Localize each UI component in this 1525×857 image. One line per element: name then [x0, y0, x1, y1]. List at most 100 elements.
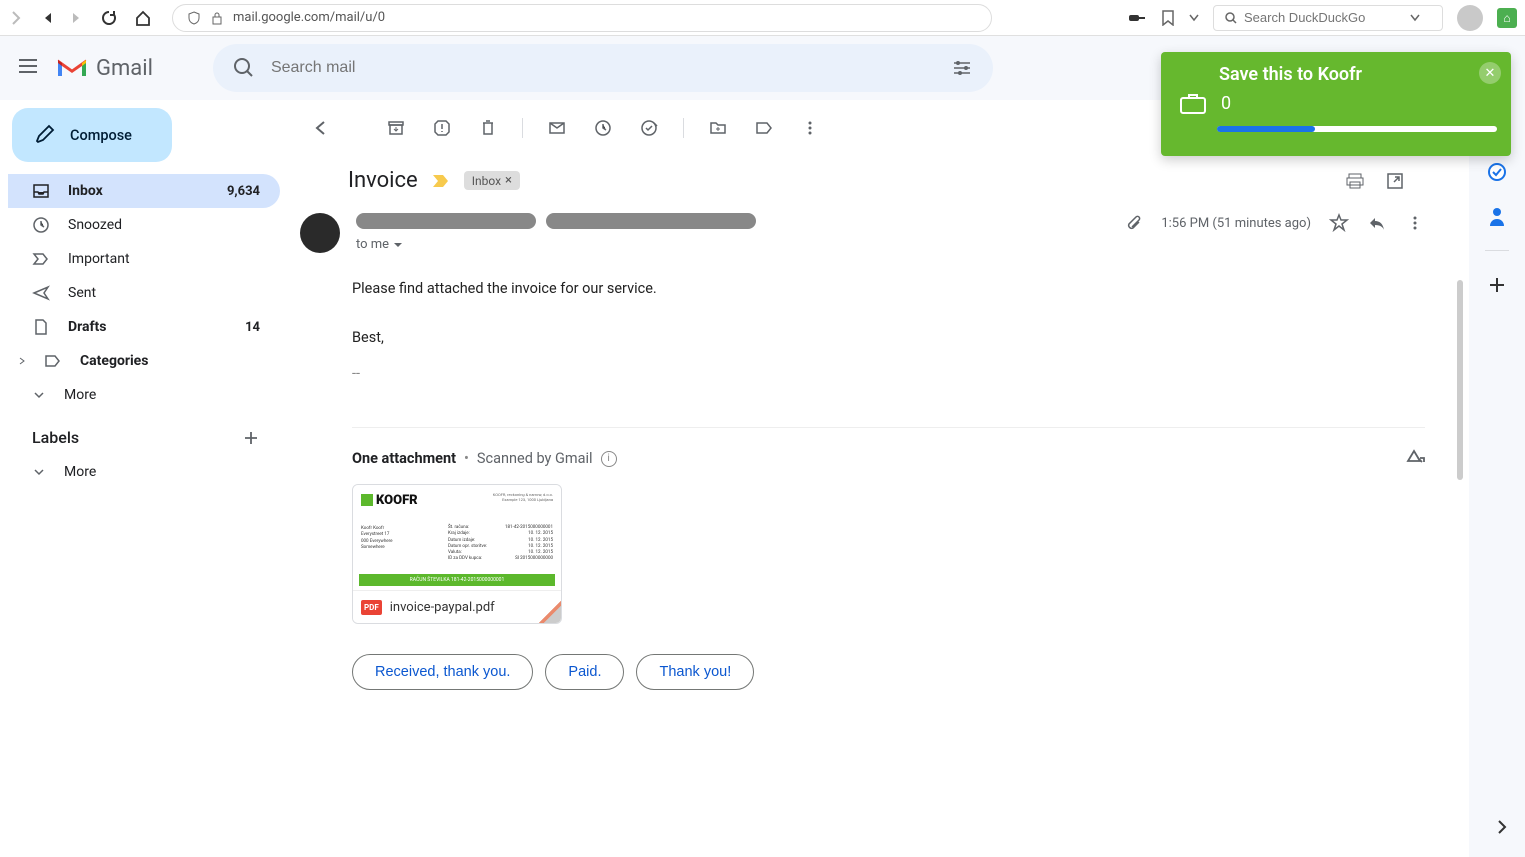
spam-button[interactable]	[422, 108, 462, 148]
skip-back-icon[interactable]	[40, 11, 54, 25]
pencil-icon	[34, 124, 56, 146]
tune-icon[interactable]	[951, 57, 973, 79]
app-name: Gmail	[96, 56, 153, 81]
sender-avatar[interactable]	[300, 213, 340, 253]
archive-button[interactable]	[376, 108, 416, 148]
forward-icon[interactable]	[8, 10, 24, 26]
sidebar-item-important[interactable]: Important	[8, 242, 280, 276]
label-icon	[44, 352, 62, 370]
smart-reply-2[interactable]: Paid.	[545, 654, 624, 690]
inbox-icon	[32, 182, 50, 200]
sidebar-item-inbox[interactable]: Inbox 9,634	[8, 174, 280, 208]
print-icon[interactable]	[1345, 171, 1365, 191]
snooze-button[interactable]	[583, 108, 623, 148]
search-mail-bar[interactable]	[213, 44, 993, 92]
close-button[interactable]: ✕	[1479, 62, 1501, 84]
gmail-icon	[56, 56, 88, 80]
home-icon[interactable]	[134, 9, 152, 27]
close-icon[interactable]: ×	[505, 173, 512, 188]
bookmark-icon[interactable]	[1161, 10, 1175, 26]
attachment-filename: invoice-paypal.pdf	[390, 600, 495, 615]
back-button[interactable]	[300, 108, 340, 148]
browser-search-input[interactable]	[1244, 10, 1404, 25]
popout-icon[interactable]	[1385, 171, 1405, 191]
save-drive-icon[interactable]	[1403, 448, 1425, 470]
move-button[interactable]	[698, 108, 738, 148]
caret-icon	[18, 354, 26, 368]
sender-email-redacted	[546, 213, 756, 229]
star-icon[interactable]	[1329, 213, 1349, 233]
timestamp: 1:56 PM (51 minutes ago)	[1161, 216, 1311, 231]
chevron-down-icon[interactable]	[1189, 14, 1199, 22]
email-body: Please find attached the invoice for our…	[280, 261, 1465, 403]
main-panel: 1 of 16,538 Invoice Inbox ×	[280, 100, 1465, 720]
shield-icon	[187, 11, 201, 25]
sidebar-item-categories[interactable]: Categories	[8, 344, 280, 378]
labels-more[interactable]: More	[8, 455, 280, 489]
task-button[interactable]	[629, 108, 669, 148]
attachment-icon	[1125, 214, 1143, 232]
sidebar-item-snoozed[interactable]: Snoozed	[8, 208, 280, 242]
koofr-title: Save this to Koofr	[1219, 64, 1493, 85]
unread-button[interactable]	[537, 108, 577, 148]
chevron-down-icon[interactable]	[1410, 14, 1420, 22]
smart-replies: Received, thank you. Paid. Thank you!	[280, 624, 1465, 720]
email-subject: Invoice	[348, 168, 418, 193]
contacts-icon[interactable]	[1487, 206, 1507, 226]
compose-button[interactable]: Compose	[12, 108, 172, 162]
attachment-card[interactable]: KOOFR KOOFR, reckoning & narrow, d.o.o.E…	[352, 484, 562, 624]
fold-corner	[537, 601, 561, 624]
label-button[interactable]	[744, 108, 784, 148]
important-marker-icon[interactable]	[432, 174, 450, 188]
more-button[interactable]	[790, 108, 830, 148]
chevron-down-icon	[32, 465, 46, 479]
search-icon	[1224, 11, 1238, 25]
chevron-down-icon	[32, 388, 46, 402]
attachments-section: One attachment • Scanned by Gmail i KOOF…	[352, 427, 1425, 624]
reply-icon[interactable]	[1367, 213, 1387, 233]
reload-icon[interactable]	[100, 9, 118, 27]
gmail-logo[interactable]: Gmail	[56, 56, 153, 81]
smart-reply-3[interactable]: Thank you!	[636, 654, 754, 690]
clock-icon	[32, 216, 50, 234]
sidebar-item-sent[interactable]: Sent	[8, 276, 280, 310]
profile-avatar[interactable]	[1457, 5, 1483, 31]
chevron-down-icon	[393, 241, 403, 249]
briefcase-icon	[1179, 91, 1207, 115]
side-panel	[1469, 100, 1525, 857]
info-icon[interactable]: i	[601, 451, 617, 467]
sidebar-item-more[interactable]: More	[8, 378, 280, 412]
key-icon[interactable]	[1129, 12, 1147, 24]
labels-header: Labels	[8, 412, 280, 455]
address-bar[interactable]: mail.google.com/mail/u/0	[172, 4, 992, 32]
more-icon[interactable]	[1405, 213, 1425, 233]
search-mail-input[interactable]	[271, 59, 935, 77]
browser-search[interactable]	[1213, 5, 1443, 31]
progress-bar	[1217, 126, 1497, 132]
url-text: mail.google.com/mail/u/0	[233, 10, 385, 25]
browser-toolbar: mail.google.com/mail/u/0 ⌂	[0, 0, 1525, 36]
menu-icon[interactable]	[16, 54, 40, 82]
skip-fwd-icon[interactable]	[70, 11, 84, 25]
expand-icon[interactable]	[1495, 817, 1509, 841]
inbox-chip[interactable]: Inbox ×	[464, 171, 520, 190]
lock-icon	[211, 11, 223, 25]
search-icon	[233, 57, 255, 79]
recipient-line[interactable]: to me	[356, 237, 1109, 252]
koofr-popup: ✕ Save this to Koofr 0	[1161, 52, 1511, 156]
sender-name-redacted	[356, 213, 536, 229]
extension-icon[interactable]: ⌂	[1497, 8, 1517, 28]
koofr-count: 0	[1221, 93, 1231, 114]
pdf-badge: PDF	[361, 600, 382, 615]
sidebar-item-drafts[interactable]: Drafts 14	[8, 310, 280, 344]
add-icon[interactable]	[1487, 275, 1507, 295]
drafts-icon	[32, 318, 50, 336]
sidebar: Compose Inbox 9,634 Snoozed Important Se…	[0, 100, 280, 720]
important-icon	[32, 250, 50, 268]
email-header: Invoice Inbox ×	[280, 156, 1465, 205]
scrollbar[interactable]	[1457, 280, 1463, 480]
plus-icon[interactable]	[242, 429, 260, 447]
keep-icon[interactable]	[1487, 162, 1507, 182]
delete-button[interactable]	[468, 108, 508, 148]
smart-reply-1[interactable]: Received, thank you.	[352, 654, 533, 690]
